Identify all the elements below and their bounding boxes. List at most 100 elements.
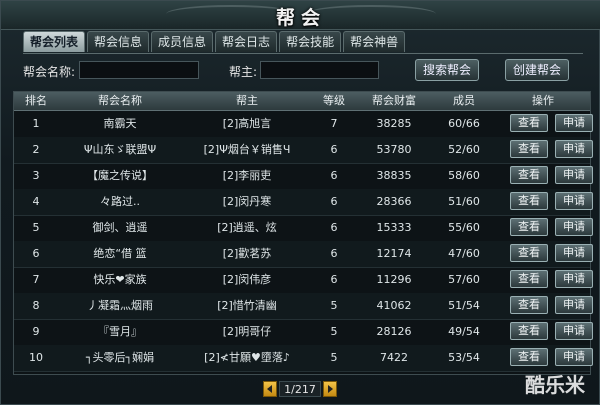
apply-button[interactable]: 申请 xyxy=(555,166,593,184)
cell-level: 6 xyxy=(330,195,338,208)
view-button[interactable]: 查看 xyxy=(510,218,548,236)
apply-button[interactable]: 申请 xyxy=(555,322,593,340)
tab-guild-info[interactable]: 帮会信息 xyxy=(87,31,150,52)
cell-level: 6 xyxy=(330,247,338,260)
cell-members: 47/60 xyxy=(448,247,480,260)
cell-leader: [2]逍遥、炫 xyxy=(217,221,277,234)
cell-name: 『雪月』 xyxy=(98,325,142,338)
tab-divider xyxy=(23,53,583,54)
apply-button[interactable]: 申请 xyxy=(555,296,593,314)
table-row: 1 南霸天 [2]高旭言 7 38285 60/66 查看 申请 xyxy=(14,111,593,138)
apply-button[interactable]: 申请 xyxy=(555,218,593,236)
table-row: 9 『雪月』 [2]明哥仔 5 28126 49/54 查看 申请 xyxy=(14,319,593,346)
guild-name-label: 帮会名称: xyxy=(23,65,76,79)
cell-members: 55/60 xyxy=(448,221,480,234)
view-button[interactable]: 查看 xyxy=(510,140,548,158)
cell-rank: 9 xyxy=(32,325,40,338)
prev-page-button[interactable] xyxy=(263,381,277,397)
apply-button[interactable]: 申请 xyxy=(555,348,593,366)
cell-wealth: 28126 xyxy=(376,325,412,338)
table-row: 3 【魔之传说】 [2]李丽吏 6 38835 58/60 查看 申请 xyxy=(14,163,593,190)
window-title: 帮会 xyxy=(275,7,326,29)
cell-level: 5 xyxy=(330,299,338,312)
header-guild-name: 帮会名称 xyxy=(98,94,142,107)
cell-leader: [2]Ψ烟台￥销售Ч xyxy=(203,143,291,156)
cell-wealth: 28366 xyxy=(376,195,412,208)
cell-name: Ψ山东ゞ联盟Ψ xyxy=(83,143,157,156)
cell-members: 51/60 xyxy=(448,195,480,208)
cell-rank: 7 xyxy=(32,273,40,286)
table-row: 5 御剑、逍遥 [2]逍遥、炫 6 15333 55/60 查看 申请 xyxy=(14,215,593,242)
view-button[interactable]: 查看 xyxy=(510,114,548,132)
apply-button[interactable]: 申请 xyxy=(555,192,593,210)
next-page-button[interactable] xyxy=(323,381,337,397)
leader-input[interactable] xyxy=(260,61,379,79)
cell-name: 丿凝霜灬烟雨 xyxy=(87,299,153,312)
view-button[interactable]: 查看 xyxy=(510,166,548,184)
cell-leader: [2]闵丹寒 xyxy=(222,195,272,208)
cell-rank: 1 xyxy=(32,117,40,130)
cell-wealth: 15333 xyxy=(376,221,412,234)
cell-name: 南霸天 xyxy=(103,117,137,130)
tab-guild-skills[interactable]: 帮会技能 xyxy=(279,31,342,52)
table-row: 8 丿凝霜灬烟雨 [2]惜竹清幽 5 41062 51/54 查看 申请 xyxy=(14,293,593,320)
cell-name: 快乐❤家族 xyxy=(93,273,147,286)
cell-leader: [2]明哥仔 xyxy=(222,325,272,338)
apply-button[interactable]: 申请 xyxy=(555,244,593,262)
header-members: 成员 xyxy=(453,94,475,107)
leader-label: 帮主: xyxy=(229,65,258,79)
cell-members: 49/54 xyxy=(448,325,480,338)
apply-button[interactable]: 申请 xyxy=(555,114,593,132)
cell-level: 6 xyxy=(330,273,338,286)
page-indicator: 1/217 xyxy=(279,381,321,397)
cell-wealth: 53780 xyxy=(376,143,412,156)
view-button[interactable]: 查看 xyxy=(510,348,548,366)
cell-rank: 8 xyxy=(32,299,40,312)
view-button[interactable]: 查看 xyxy=(510,322,548,340)
tab-bar: 帮会列表 帮会信息 成员信息 帮会日志 帮会技能 帮会神兽 xyxy=(23,31,406,53)
cell-name: 々路过.. xyxy=(100,195,140,208)
apply-button[interactable]: 申请 xyxy=(555,270,593,288)
cell-rank: 4 xyxy=(32,195,40,208)
cell-wealth: 11296 xyxy=(376,273,412,286)
header-level: 等级 xyxy=(323,94,345,107)
tab-guild-list[interactable]: 帮会列表 xyxy=(23,31,86,52)
cell-members: 53/54 xyxy=(448,351,480,364)
cell-level: 5 xyxy=(330,325,338,338)
title-bar: 帮会 xyxy=(1,1,600,30)
search-row: 帮会名称: 帮主: 搜索帮会 创建帮会 xyxy=(1,59,600,85)
cell-wealth: 12174 xyxy=(376,247,412,260)
view-button[interactable]: 查看 xyxy=(510,192,548,210)
table-row: 2 Ψ山东ゞ联盟Ψ [2]Ψ烟台￥销售Ч 6 53780 52/60 查看 申请 xyxy=(14,137,593,164)
cell-members: 52/60 xyxy=(448,143,480,156)
search-guild-button[interactable]: 搜索帮会 xyxy=(415,59,479,81)
cell-name: 绝恋“借 篮 xyxy=(93,247,147,260)
cell-members: 60/66 xyxy=(448,117,480,130)
view-button[interactable]: 查看 xyxy=(510,296,548,314)
cell-level: 7 xyxy=(330,117,338,130)
cell-leader: [2]闵伟彦 xyxy=(222,273,272,286)
guild-window: 帮会 帮会列表 帮会信息 成员信息 帮会日志 帮会技能 帮会神兽 帮会名称: 帮… xyxy=(0,0,600,405)
apply-button[interactable]: 申请 xyxy=(555,140,593,158)
cell-members: 57/60 xyxy=(448,273,480,286)
header-actions: 操作 xyxy=(532,94,554,107)
view-button[interactable]: 查看 xyxy=(510,270,548,288)
tab-guild-log[interactable]: 帮会日志 xyxy=(215,31,278,52)
cell-rank: 3 xyxy=(32,169,40,182)
pager: 1/217 xyxy=(1,381,600,399)
cell-members: 51/54 xyxy=(448,299,480,312)
cell-rank: 2 xyxy=(32,143,40,156)
table-header: 排名 帮会名称 帮主 等级 帮会财富 成员 操作 xyxy=(14,92,590,111)
guild-name-input[interactable] xyxy=(79,61,199,79)
cell-level: 5 xyxy=(330,351,338,364)
view-button[interactable]: 查看 xyxy=(510,244,548,262)
cell-level: 6 xyxy=(330,143,338,156)
tab-guild-beast[interactable]: 帮会神兽 xyxy=(343,31,406,52)
tab-member-info[interactable]: 成员信息 xyxy=(151,31,214,52)
create-guild-button[interactable]: 创建帮会 xyxy=(505,59,569,81)
arrow-right-icon xyxy=(328,385,333,393)
cell-leader: [2]惜竹清幽 xyxy=(217,299,277,312)
cell-leader: [2]李丽吏 xyxy=(222,169,272,182)
table-row: 7 快乐❤家族 [2]闵伟彦 6 11296 57/60 查看 申请 xyxy=(14,267,593,294)
header-rank: 排名 xyxy=(25,94,47,107)
